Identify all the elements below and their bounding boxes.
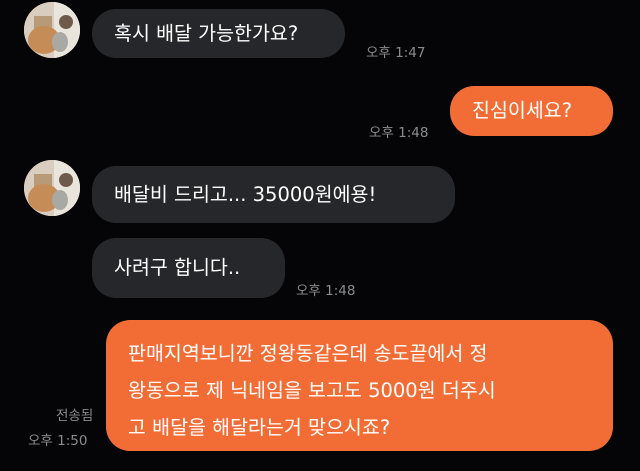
message-timestamp: 오후 1:48 [369, 125, 429, 141]
message-text-line: 고 배달을 해달라는거 맞으시죠? [128, 416, 391, 439]
message-text: 진심이세요? [472, 99, 573, 122]
message-text: 혹시 배달 가능한가요? [114, 21, 299, 45]
cat-photo-icon [24, 160, 80, 216]
cat-photo-icon [24, 2, 80, 58]
message-text-line: 왕동으로 제 닉네임을 보고도 5000원 더주시 [128, 379, 496, 402]
message-bubble-received[interactable]: 혹시 배달 가능한가요? [92, 9, 345, 58]
message-text: 사려구 합니다.. [114, 256, 241, 279]
message-text-line: 판매지역보니깐 정왕동같은데 송도끝에서 정 [128, 342, 488, 365]
message-bubble-received[interactable]: 배달비 드리고... 35000원에용! [92, 166, 455, 223]
sender-avatar[interactable] [24, 160, 80, 216]
message-timestamp: 오후 1:47 [366, 45, 426, 61]
message-sent-status: 전송됨 [56, 408, 94, 424]
message-timestamp: 오후 1:50 [28, 433, 88, 449]
message-text: 배달비 드리고... 35000원에용! [114, 182, 377, 206]
sender-avatar[interactable] [24, 2, 80, 58]
message-timestamp: 오후 1:48 [296, 283, 356, 299]
message-bubble-received[interactable]: 사려구 합니다.. [92, 238, 285, 298]
message-bubble-sent[interactable]: 진심이세요? [450, 86, 613, 136]
message-bubble-sent[interactable]: 판매지역보니깐 정왕동같은데 송도끝에서 정 왕동으로 제 닉네임을 보고도 5… [106, 320, 613, 451]
